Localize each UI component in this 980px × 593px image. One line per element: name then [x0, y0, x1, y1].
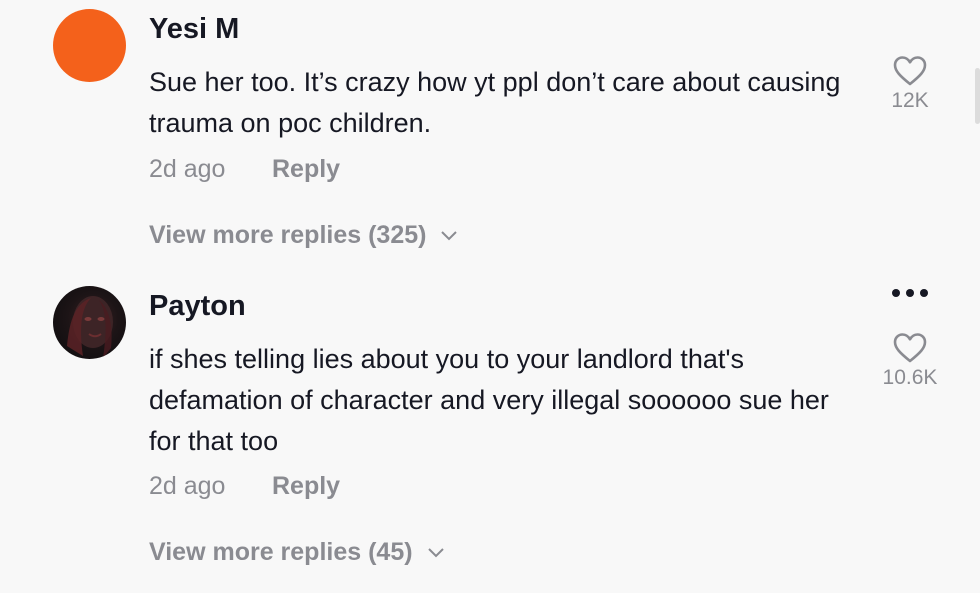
reply-button[interactable]: Reply [272, 472, 340, 501]
like-button[interactable]: 12K [870, 55, 950, 113]
like-button[interactable]: 10.6K [870, 332, 950, 390]
like-count: 12K [891, 89, 929, 112]
reply-button[interactable]: Reply [272, 155, 340, 184]
comment-timestamp: 2d ago [149, 155, 226, 183]
avatar[interactable] [53, 9, 126, 82]
comment-meta: 2d ago Reply [149, 155, 340, 184]
view-more-replies-button[interactable]: View more replies (45) [149, 538, 445, 567]
like-count: 10.6K [882, 366, 938, 389]
comment-username[interactable]: Payton [149, 290, 246, 323]
avatar-image [67, 296, 113, 358]
comment-username[interactable]: Yesi M [149, 13, 239, 46]
more-options-icon [892, 289, 928, 297]
comment-text: Sue her too. It’s crazy how yt ppl don’t… [149, 67, 841, 138]
chevron-down-icon [427, 547, 444, 557]
view-more-replies-label: View more replies (45) [149, 538, 413, 566]
scrollbar[interactable] [975, 68, 980, 124]
view-more-replies-button[interactable]: View more replies (325) [149, 221, 458, 250]
heart-outline-icon [893, 333, 927, 363]
chevron-down-icon [441, 230, 458, 240]
comment-text: if shes telling lies about you to your l… [149, 344, 829, 456]
more-options-button[interactable] [888, 285, 932, 301]
view-more-replies-label: View more replies (325) [149, 221, 427, 249]
comment-timestamp: 2d ago [149, 472, 226, 500]
avatar[interactable] [53, 286, 126, 359]
heart-outline-icon [893, 56, 927, 86]
comment-meta: 2d ago Reply [149, 472, 340, 501]
